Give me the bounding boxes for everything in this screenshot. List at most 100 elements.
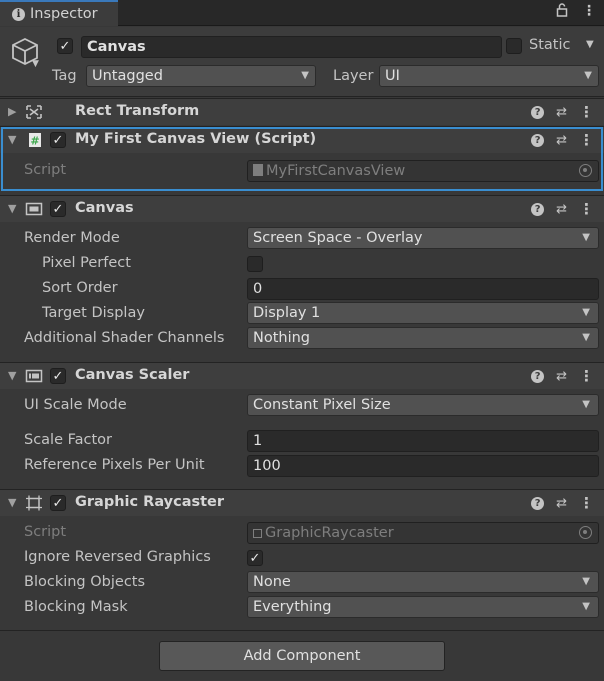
- layer-dropdown[interactable]: UI ▼: [379, 65, 599, 87]
- object-picker-icon[interactable]: [579, 526, 592, 539]
- pixel-perfect-checkbox[interactable]: [247, 256, 263, 272]
- component-rect-transform[interactable]: ▶ Rect Transform ? ⇄ ⋮: [0, 98, 604, 125]
- script-icon: #: [29, 133, 41, 148]
- tab-bar: i Inspector ⋮: [0, 0, 604, 26]
- presets-icon[interactable]: ⇄: [556, 105, 567, 120]
- blocking-objects-value: None: [253, 574, 291, 590]
- graphic-raycaster-icon: [26, 495, 42, 511]
- static-dropdown-arrow-icon[interactable]: ▼: [586, 39, 594, 50]
- fold-arrow-icon[interactable]: ▼: [8, 202, 16, 215]
- script-value: GraphicRaycaster: [265, 525, 394, 541]
- tag-label: Tag: [52, 68, 77, 84]
- component-menu-icon[interactable]: ⋮: [579, 494, 594, 512]
- tab-inspector-label: Inspector: [30, 6, 98, 22]
- ignore-reversed-checkbox[interactable]: ✓: [247, 550, 263, 566]
- help-icon[interactable]: ?: [531, 496, 545, 510]
- blocking-mask-label: Blocking Mask: [24, 599, 128, 615]
- component-menu-icon[interactable]: ⋮: [579, 131, 594, 149]
- object-picker-icon[interactable]: [579, 164, 592, 177]
- svg-text:#: #: [30, 135, 39, 148]
- canvas-scaler-icon: [25, 369, 43, 383]
- component-enabled-checkbox[interactable]: ✓: [50, 368, 66, 384]
- component-title: Graphic Raycaster: [75, 494, 225, 510]
- component-graphic-raycaster[interactable]: ▼ ✓ Graphic Raycaster ? ⇄ ⋮: [0, 489, 604, 516]
- chevron-down-icon: ▼: [582, 576, 590, 587]
- presets-icon[interactable]: ⇄: [556, 369, 567, 384]
- add-component-button[interactable]: Add Component: [159, 641, 445, 671]
- kebab-menu-icon[interactable]: ⋮: [582, 3, 596, 21]
- shader-channels-label: Additional Shader Channels: [24, 330, 225, 346]
- component-canvas[interactable]: ▼ ✓ Canvas ? ⇄ ⋮: [0, 195, 604, 222]
- script-field[interactable]: MyFirstCanvasView: [247, 160, 599, 182]
- component-enabled-checkbox[interactable]: ✓: [50, 495, 66, 511]
- help-icon[interactable]: ?: [531, 105, 545, 119]
- target-display-label: Target Display: [42, 305, 145, 321]
- chevron-down-icon: ▼: [301, 70, 309, 81]
- chevron-down-icon: ▼: [582, 307, 590, 318]
- ref-ppu-field[interactable]: 100: [247, 455, 599, 477]
- component-title: Canvas Scaler: [75, 367, 190, 383]
- ignore-reversed-label: Ignore Reversed Graphics: [24, 549, 211, 565]
- rect-transform-icon: [26, 105, 42, 119]
- target-display-value: Display 1: [253, 305, 321, 321]
- info-icon: i: [12, 7, 25, 21]
- shader-channels-value: Nothing: [253, 330, 311, 346]
- component-enabled-checkbox[interactable]: ✓: [50, 201, 66, 217]
- render-mode-label: Render Mode: [24, 230, 120, 246]
- layer-value: UI: [385, 68, 400, 84]
- scale-factor-field[interactable]: 1: [247, 430, 599, 452]
- gameobject-name-field[interactable]: Canvas: [81, 36, 502, 58]
- fold-arrow-icon[interactable]: ▼: [8, 369, 16, 382]
- help-icon[interactable]: ?: [531, 202, 545, 216]
- help-icon[interactable]: ?: [531, 133, 545, 147]
- sort-order-field[interactable]: 0: [247, 278, 599, 300]
- icon-dropdown-arrow-icon[interactable]: ▼: [32, 59, 39, 69]
- component-menu-icon[interactable]: ⋮: [579, 103, 594, 121]
- pixel-perfect-label: Pixel Perfect: [42, 255, 131, 271]
- blocking-objects-label: Blocking Objects: [24, 574, 146, 590]
- chevron-down-icon: ▼: [584, 70, 592, 81]
- sort-order-label: Sort Order: [42, 280, 118, 296]
- component-enabled-checkbox[interactable]: ✓: [50, 132, 66, 148]
- static-label: Static: [529, 37, 571, 53]
- chevron-down-icon: ▼: [582, 601, 590, 612]
- script-file-icon: [253, 529, 262, 538]
- presets-icon[interactable]: ⇄: [556, 202, 567, 217]
- ui-scale-mode-label: UI Scale Mode: [24, 397, 127, 413]
- blocking-mask-dropdown[interactable]: Everything ▼: [247, 596, 599, 618]
- layer-label: Layer: [333, 68, 374, 84]
- help-icon[interactable]: ?: [531, 369, 545, 383]
- active-checkbox[interactable]: ✓: [57, 38, 73, 54]
- script-value: MyFirstCanvasView: [266, 163, 406, 179]
- target-display-dropdown[interactable]: Display 1 ▼: [247, 302, 599, 324]
- component-canvas-scaler[interactable]: ▼ ✓ Canvas Scaler ? ⇄ ⋮: [0, 362, 604, 389]
- presets-icon[interactable]: ⇄: [556, 133, 567, 148]
- component-menu-icon[interactable]: ⋮: [579, 200, 594, 218]
- component-my-first-canvas-view[interactable]: ▼ # ✓ My First Canvas View (Script) ? ⇄ …: [0, 126, 604, 153]
- blocking-objects-dropdown[interactable]: None ▼: [247, 571, 599, 593]
- render-mode-value: Screen Space - Overlay: [253, 230, 423, 246]
- shader-channels-dropdown[interactable]: Nothing ▼: [247, 327, 599, 349]
- tag-dropdown[interactable]: Untagged ▼: [86, 65, 316, 87]
- fold-arrow-icon[interactable]: ▼: [8, 496, 16, 509]
- script-field[interactable]: GraphicRaycaster: [247, 522, 599, 544]
- script-label: Script: [24, 162, 67, 178]
- script-label: Script: [24, 524, 67, 540]
- gameobject-header: ▼ ✓ Canvas Static ▼ Tag Untagged ▼ Layer…: [0, 27, 604, 97]
- script-file-icon: [253, 164, 263, 176]
- presets-icon[interactable]: ⇄: [556, 496, 567, 511]
- canvas-icon: [25, 202, 43, 216]
- tab-inspector[interactable]: i Inspector: [0, 0, 118, 26]
- scale-factor-label: Scale Factor: [24, 432, 113, 448]
- chevron-down-icon: ▼: [582, 332, 590, 343]
- fold-arrow-icon[interactable]: ▼: [8, 133, 16, 146]
- render-mode-dropdown[interactable]: Screen Space - Overlay ▼: [247, 227, 599, 249]
- fold-arrow-icon[interactable]: ▶: [8, 105, 16, 118]
- ui-scale-mode-dropdown[interactable]: Constant Pixel Size ▼: [247, 394, 599, 416]
- chevron-down-icon: ▼: [582, 232, 590, 243]
- component-menu-icon[interactable]: ⋮: [579, 367, 594, 385]
- static-checkbox[interactable]: [506, 38, 522, 54]
- lock-icon[interactable]: [556, 3, 568, 21]
- ref-ppu-label: Reference Pixels Per Unit: [24, 457, 205, 473]
- tag-value: Untagged: [92, 68, 163, 84]
